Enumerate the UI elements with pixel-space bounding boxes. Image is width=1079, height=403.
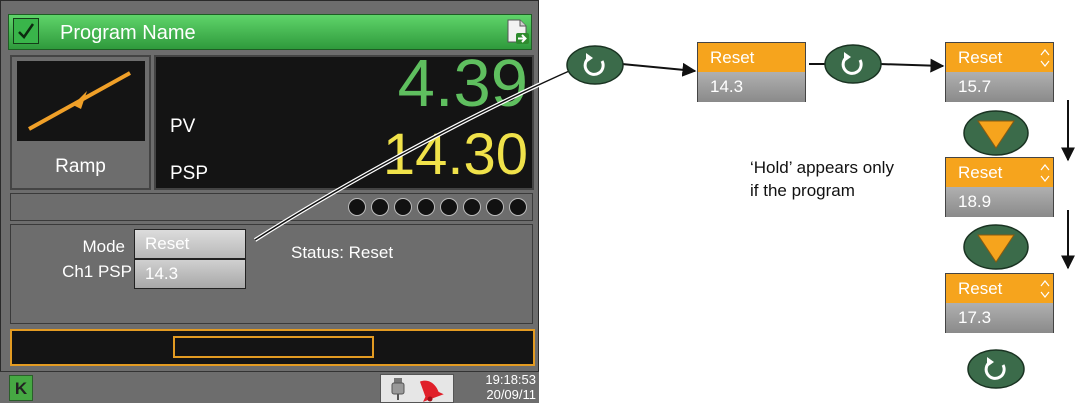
sequence-mode[interactable]: Reset <box>946 158 1053 187</box>
sequence-value: 18.9 <box>946 187 1053 217</box>
down-button[interactable] <box>963 224 1029 270</box>
up-down-chevron-icon <box>1039 47 1051 74</box>
sequence-box-3: Reset 18.9 <box>945 157 1054 217</box>
scroll-button[interactable] <box>824 44 882 84</box>
sequence-mode[interactable]: Reset <box>946 274 1053 303</box>
sequence-box-4: Reset 17.3 <box>945 273 1054 333</box>
sequence-box-2: Reset 15.7 <box>945 42 1054 102</box>
arrow-to-box2 <box>879 58 945 73</box>
sequence-value: 17.3 <box>946 303 1053 333</box>
up-down-chevron-icon <box>1039 162 1051 189</box>
sequence-mode[interactable]: Reset <box>946 43 1053 72</box>
hold-note-line-1: ‘Hold’ appears only <box>750 158 894 177</box>
hold-note-line-2: if the program <box>750 181 855 200</box>
scroll-button[interactable] <box>566 45 624 85</box>
up-down-chevron-icon <box>1039 278 1051 305</box>
sequence-mode[interactable]: Reset <box>698 43 805 72</box>
connector-overlay <box>253 58 1075 270</box>
sequence-value: 14.3 <box>698 72 805 102</box>
sequence-box-1: Reset 14.3 <box>697 42 806 102</box>
sequence-value: 15.7 <box>946 72 1053 102</box>
arrow-to-box1 <box>621 62 697 77</box>
scroll-button[interactable] <box>967 349 1025 389</box>
down-button[interactable] <box>963 110 1029 156</box>
